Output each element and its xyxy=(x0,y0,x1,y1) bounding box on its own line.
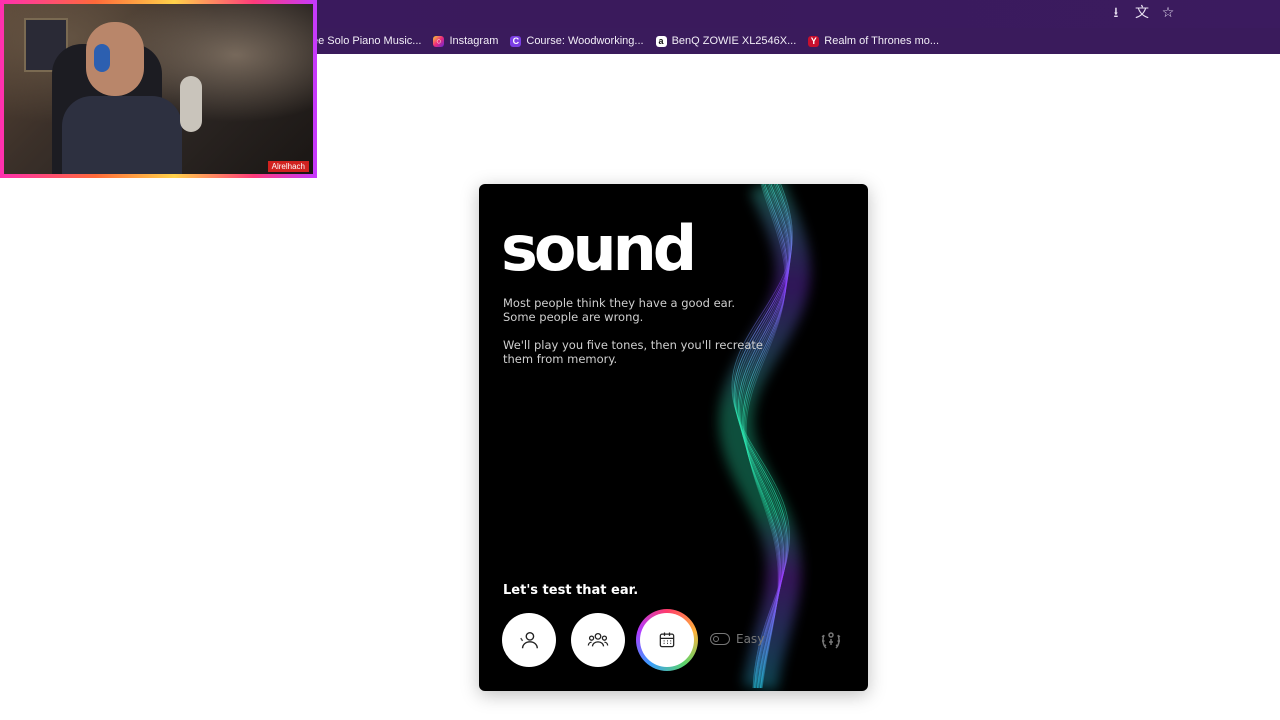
realm-icon: Y xyxy=(808,35,820,47)
bookmark-item[interactable]: ○ Instagram xyxy=(433,35,498,47)
download-icon[interactable]: ⭳ xyxy=(1108,5,1124,21)
toggle-switch[interactable] xyxy=(710,633,730,645)
intro-paragraph: Most people think they have a good ear. … xyxy=(503,296,736,324)
bookmark-label: Realm of Thrones mo... xyxy=(824,35,940,47)
toolbar-actions: ⭳ 文 ☆ xyxy=(1108,5,1176,21)
amazon-icon: a xyxy=(655,35,667,47)
bookmark-label: BenQ ZOWIE XL2546X... xyxy=(671,35,797,47)
bookmark-label: Course: Woodworking... xyxy=(526,35,644,47)
bookmark-item[interactable]: C Course: Woodworking... xyxy=(510,35,644,47)
bookmark-label: ee Solo Piano Music... xyxy=(312,35,422,47)
bookmark-item[interactable]: a BenQ ZOWIE XL2546X... xyxy=(655,35,797,47)
sound-game-card: sound Most people think they have a good… xyxy=(479,184,868,691)
course-icon: C xyxy=(510,35,522,47)
headphones-icon xyxy=(94,44,110,72)
instagram-icon: ○ xyxy=(433,35,445,47)
users-icon xyxy=(587,632,609,647)
bookmark-item[interactable]: ee Solo Piano Music... xyxy=(312,35,421,47)
laurel-icon[interactable] xyxy=(819,628,843,652)
wave-lines xyxy=(719,184,811,691)
streamer-tag: Alrelhach xyxy=(267,161,309,172)
streamer-body xyxy=(62,96,182,174)
single-player-button[interactable] xyxy=(502,613,556,667)
webcam-feed: Alrelhach xyxy=(4,4,313,174)
call-to-action: Let's test that ear. xyxy=(503,583,639,598)
calendar-icon xyxy=(659,632,675,648)
daily-challenge-button[interactable] xyxy=(636,609,698,671)
translate-icon[interactable]: 文 xyxy=(1134,5,1150,21)
toggle-label: Easy xyxy=(736,632,765,646)
app-title: sound xyxy=(501,212,697,285)
instructions-paragraph: We'll play you five tones, then you'll r… xyxy=(503,338,763,366)
bookmarks-list: ee Solo Piano Music... ○ Instagram C Cou… xyxy=(312,28,939,54)
multiplayer-button[interactable] xyxy=(571,613,625,667)
microphone-icon xyxy=(180,76,202,132)
webcam-overlay: Alrelhach xyxy=(0,0,317,178)
star-icon[interactable]: ☆ xyxy=(1160,5,1176,21)
user-icon xyxy=(520,631,538,649)
daily-button-face xyxy=(640,613,694,667)
bookmark-label: Instagram xyxy=(449,35,499,47)
bookmark-item[interactable]: Y Realm of Thrones mo... xyxy=(808,35,939,47)
difficulty-toggle[interactable]: Easy xyxy=(710,632,764,646)
toggle-knob xyxy=(713,635,719,642)
